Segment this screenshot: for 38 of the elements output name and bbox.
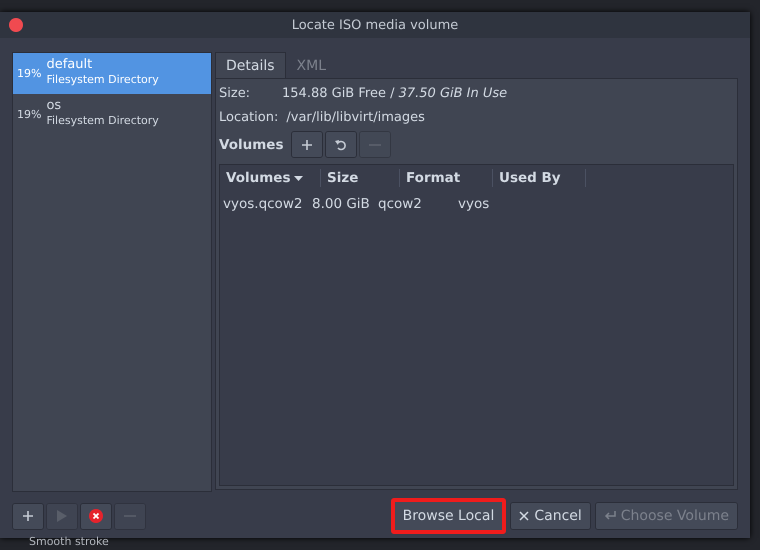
pool-usage: 19%	[17, 108, 42, 121]
delete-icon	[89, 509, 103, 523]
size-label: Size:	[219, 86, 252, 100]
plus-icon	[301, 138, 314, 150]
tab[interactable]: Details	[215, 52, 286, 78]
column-header[interactable]: Used By	[493, 169, 586, 187]
pool-type: Filesystem Directory	[46, 114, 159, 128]
refresh-icon	[335, 138, 348, 150]
close-icon	[519, 511, 530, 521]
table-cell-text: qcow2	[377, 196, 423, 212]
dialog-button[interactable]: Browse Local	[390, 498, 506, 534]
add-button[interactable]	[291, 131, 324, 158]
location-label: Location:	[219, 110, 278, 124]
table-cell-text: vyos	[457, 196, 490, 212]
refresh-button[interactable]	[325, 131, 358, 158]
dialog-button[interactable]: Cancel	[510, 502, 591, 530]
volumes-label: Volumes	[219, 136, 284, 152]
enter-icon	[604, 511, 616, 521]
table-cell-text: 8.00 GiB	[311, 196, 371, 212]
table-row[interactable]: vyos.qcow2 8.00 GiB qcow2 vyos	[220, 191, 733, 217]
delete-pool-button[interactable]	[80, 502, 112, 530]
column-header[interactable]: Volumes	[220, 169, 321, 187]
column-header[interactable]: Format	[400, 169, 493, 187]
pool-name: default	[46, 57, 94, 73]
location-value: /var/lib/libvirt/images	[286, 110, 425, 124]
play-icon	[57, 510, 67, 522]
pool-name: os	[46, 98, 62, 114]
sort-caret-icon	[294, 176, 304, 180]
plus-icon	[22, 510, 34, 522]
column-header[interactable]: Size	[321, 169, 400, 187]
background-label: Smooth stroke	[29, 535, 109, 548]
pool-usage: 19%	[17, 67, 42, 80]
table-cell-text: vyos.qcow2	[222, 196, 304, 212]
add-pool-button[interactable]	[12, 502, 44, 530]
pool-type: Filesystem Directory	[46, 73, 159, 87]
window-title: Locate ISO media volume	[292, 18, 458, 32]
close-button[interactable]	[9, 18, 23, 32]
size-value: 154.88 GiB Free / 37.50 GiB In Use	[282, 86, 508, 100]
